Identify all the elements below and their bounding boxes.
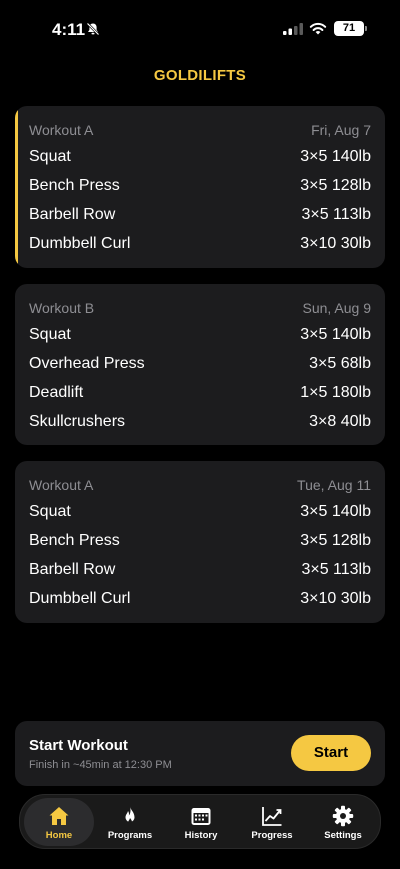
exercise-name: Bench Press xyxy=(29,177,120,194)
status-bar: 4:11 71 xyxy=(0,0,400,54)
exercise-row: Deadlift 1×5 180lb xyxy=(29,384,371,406)
exercise-row: Barbell Row 3×5 113lb xyxy=(29,561,371,583)
workout-name: Workout B xyxy=(29,300,95,316)
chart-line-icon xyxy=(262,807,282,826)
exercise-row: Dumbbell Curl 3×10 30lb xyxy=(29,235,371,257)
exercise-name: Overhead Press xyxy=(29,355,145,372)
exercise-sets-weight: 3×5 68lb xyxy=(309,355,371,372)
house-icon xyxy=(49,807,69,825)
gear-icon xyxy=(332,805,354,827)
exercise-sets-weight: 3×10 30lb xyxy=(300,235,371,252)
exercise-sets-weight: 3×5 128lb xyxy=(300,532,371,549)
exercise-name: Barbell Row xyxy=(29,561,116,578)
tab-label: History xyxy=(184,830,218,841)
wifi-icon xyxy=(309,22,327,35)
exercise-row: Squat 3×5 140lb xyxy=(29,326,371,348)
exercise-sets-weight: 3×5 128lb xyxy=(300,177,371,194)
exercise-row: Squat 3×5 140lb xyxy=(29,503,371,525)
exercise-row: Squat 3×5 140lb xyxy=(29,148,371,170)
tab-bar: Home Programs History Progress Settings xyxy=(19,794,381,849)
start-workout-card: Start Workout Finish in ~45min at 12:30 … xyxy=(15,721,385,786)
exercise-sets-weight: 3×5 140lb xyxy=(300,148,371,165)
tab-label: Home xyxy=(45,830,73,841)
exercise-sets-weight: 3×10 30lb xyxy=(300,590,371,607)
exercise-row: Dumbbell Curl 3×10 30lb xyxy=(29,590,371,612)
tab-programs[interactable]: Programs xyxy=(95,798,165,846)
exercise-name: Squat xyxy=(29,148,71,165)
exercise-sets-weight: 3×5 113lb xyxy=(301,206,371,223)
bell-slash-icon xyxy=(86,22,100,36)
exercise-row: Bench Press 3×5 128lb xyxy=(29,532,371,554)
calendar-icon xyxy=(191,808,211,825)
exercise-name: Dumbbell Curl xyxy=(29,590,131,607)
flame-icon xyxy=(125,806,135,825)
workout-card-header: Workout A Tue, Aug 11 xyxy=(29,477,371,495)
workout-date: Fri, Aug 7 xyxy=(311,122,371,138)
cellular-signal-icon xyxy=(283,23,303,35)
tab-label: Settings xyxy=(324,830,362,841)
workout-date: Sun, Aug 9 xyxy=(302,300,371,316)
exercise-name: Skullcrushers xyxy=(29,413,126,430)
workout-card-header: Workout B Sun, Aug 9 xyxy=(29,300,371,318)
battery-indicator: 71 xyxy=(334,21,364,36)
exercise-sets-weight: 3×8 40lb xyxy=(309,413,371,430)
workout-name: Workout A xyxy=(29,122,94,138)
start-button[interactable]: Start xyxy=(291,735,371,771)
exercise-name: Squat xyxy=(29,326,71,343)
exercise-sets-weight: 3×5 113lb xyxy=(301,561,371,578)
workout-date: Tue, Aug 11 xyxy=(297,477,371,493)
workout-card[interactable]: Workout A Fri, Aug 7 Squat 3×5 140lb Ben… xyxy=(15,106,385,268)
exercise-name: Dumbbell Curl xyxy=(29,235,131,252)
tab-label: Progress xyxy=(251,830,293,841)
workout-card[interactable]: Workout B Sun, Aug 9 Squat 3×5 140lb Ove… xyxy=(15,284,385,445)
exercise-row: Bench Press 3×5 128lb xyxy=(29,177,371,199)
workout-card-header: Workout A Fri, Aug 7 xyxy=(29,122,371,140)
tab-label: Programs xyxy=(107,830,153,841)
workout-card[interactable]: Workout A Tue, Aug 11 Squat 3×5 140lb Be… xyxy=(15,461,385,623)
exercise-name: Bench Press xyxy=(29,532,120,549)
exercise-row: Skullcrushers 3×8 40lb xyxy=(29,413,371,435)
workout-name: Workout A xyxy=(29,477,94,493)
start-workout-title: Start Workout xyxy=(29,737,128,754)
start-workout-eta: Finish in ~45min at 12:30 PM xyxy=(29,759,172,771)
exercise-name: Deadlift xyxy=(29,384,84,401)
status-time: 4:11 xyxy=(52,20,86,39)
exercise-name: Squat xyxy=(29,503,71,520)
tab-history[interactable]: History xyxy=(166,798,236,846)
tab-progress[interactable]: Progress xyxy=(237,798,307,846)
tab-settings[interactable]: Settings xyxy=(308,798,378,846)
exercise-row: Overhead Press 3×5 68lb xyxy=(29,355,371,377)
exercise-name: Barbell Row xyxy=(29,206,116,223)
app-title: GOLDILIFTS xyxy=(153,67,247,84)
battery-tip xyxy=(365,26,367,31)
exercise-sets-weight: 3×5 140lb xyxy=(300,326,371,343)
exercise-row: Barbell Row 3×5 113lb xyxy=(29,206,371,228)
exercise-sets-weight: 1×5 180lb xyxy=(300,384,371,401)
tab-home[interactable]: Home xyxy=(24,798,94,846)
exercise-sets-weight: 3×5 140lb xyxy=(300,503,371,520)
